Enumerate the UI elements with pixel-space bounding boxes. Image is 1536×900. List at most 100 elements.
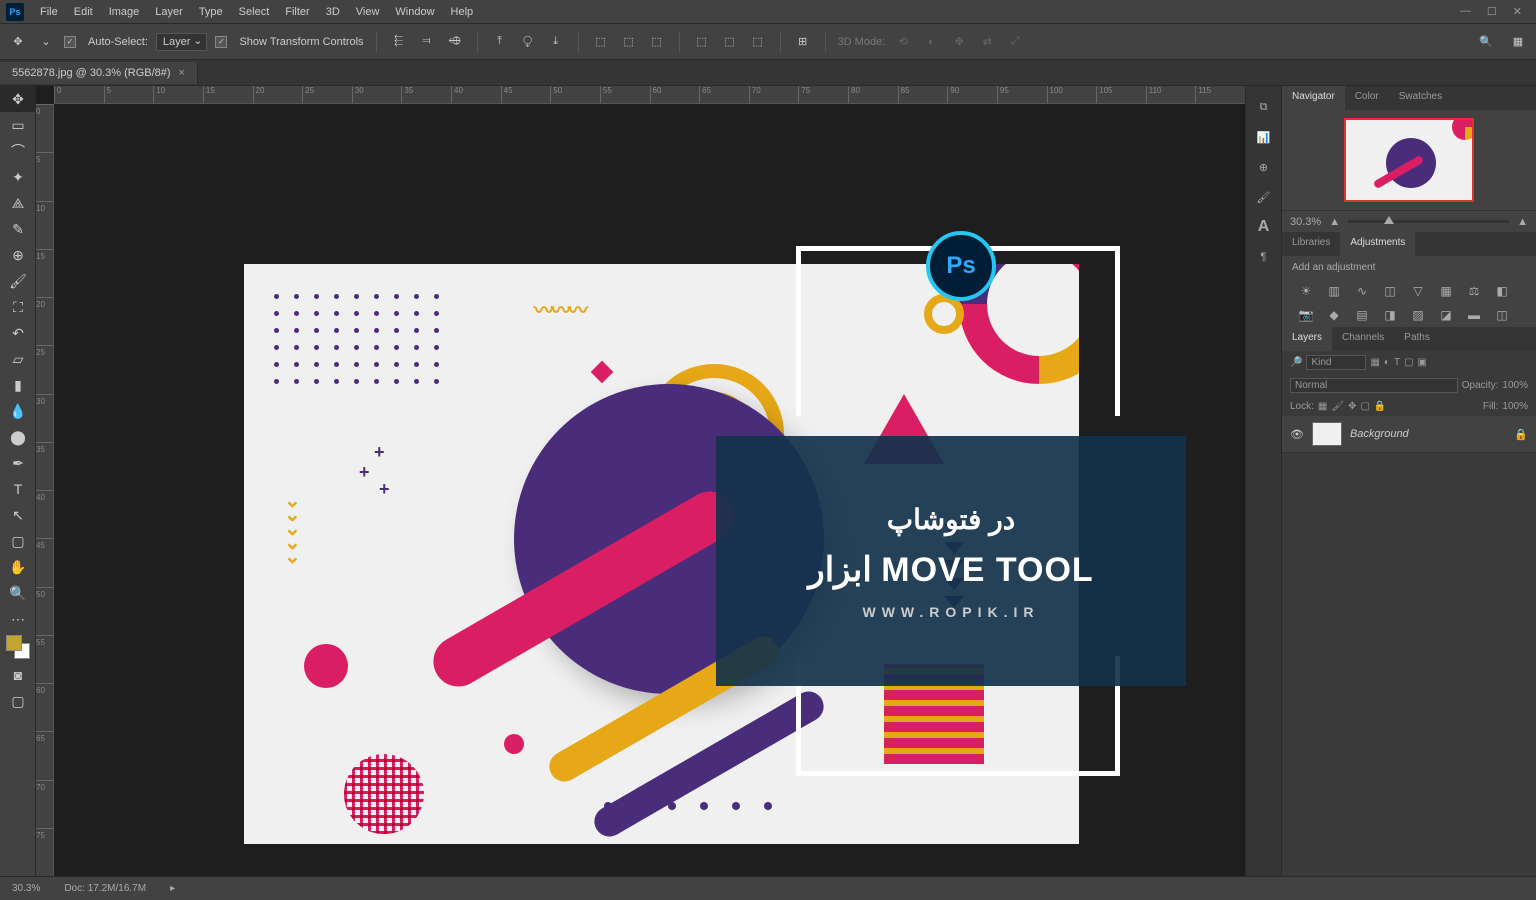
align-left-icon[interactable]: ⬱ — [389, 32, 409, 52]
channel-mixer-icon[interactable]: ◆ — [1324, 307, 1344, 323]
filter-shape-icon[interactable]: ▢ — [1404, 357, 1413, 368]
tab-layers[interactable]: Layers — [1282, 327, 1332, 351]
lock-artboard-icon[interactable]: ▢ — [1360, 401, 1369, 412]
photo-filter-icon[interactable]: 📷 — [1296, 307, 1316, 323]
exposure-icon[interactable]: ◫ — [1380, 283, 1400, 299]
history-brush-tool[interactable]: ↶ — [0, 320, 36, 346]
lasso-tool[interactable]: ⌒ — [0, 138, 36, 164]
brush-tool[interactable]: 🖌 — [0, 268, 36, 294]
tab-navigator[interactable]: Navigator — [1282, 86, 1345, 110]
tab-adjustments[interactable]: Adjustments — [1340, 232, 1415, 256]
tab-paths[interactable]: Paths — [1394, 327, 1440, 351]
distribute-v-icon[interactable]: ⬚ — [619, 32, 639, 52]
filter-adjust-icon[interactable]: ◐ — [1384, 357, 1390, 368]
lock-pos-icon[interactable]: ✥ — [1348, 401, 1356, 412]
vibrance-icon[interactable]: ▽ — [1408, 283, 1428, 299]
heal-tool[interactable]: ⊕ — [0, 242, 36, 268]
shape-tool[interactable]: ▢ — [0, 528, 36, 554]
align-hcenter-icon[interactable]: ⫤ — [417, 32, 437, 52]
canvas-area[interactable]: 0510152025303540455055606570758085909510… — [36, 86, 1245, 876]
distribute-h-icon[interactable]: ⬚ — [591, 32, 611, 52]
eraser-tool[interactable]: ▱ — [0, 346, 36, 372]
align-top-icon[interactable]: ⤒ — [490, 32, 510, 52]
crop-tool[interactable]: ⟁ — [0, 190, 36, 216]
zoom-in-icon[interactable]: ▲ — [1517, 216, 1528, 228]
menu-select[interactable]: Select — [231, 3, 278, 21]
filter-type-icon[interactable]: T — [1394, 357, 1400, 368]
fill-value[interactable]: 100% — [1502, 401, 1528, 412]
navigator-preview[interactable] — [1282, 110, 1536, 210]
status-doc-size[interactable]: Doc: 17.2M/16.7M — [64, 883, 146, 894]
gradient-map-icon[interactable]: ▬ — [1464, 307, 1484, 323]
edit-toolbar[interactable]: ⋯ — [0, 606, 36, 632]
eyedropper-tool[interactable]: ✎ — [0, 216, 36, 242]
workspace-icon[interactable]: ▦ — [1508, 32, 1528, 52]
lookup-icon[interactable]: ▤ — [1352, 307, 1372, 323]
menu-window[interactable]: Window — [387, 3, 442, 21]
distribute-5-icon[interactable]: ⬚ — [720, 32, 740, 52]
search-icon[interactable]: 🔍 — [1476, 32, 1496, 52]
tab-libraries[interactable]: Libraries — [1282, 232, 1340, 256]
levels-icon[interactable]: ▥ — [1324, 283, 1344, 299]
pen-tool[interactable]: ✒ — [0, 450, 36, 476]
menu-image[interactable]: Image — [101, 3, 148, 21]
path-tool[interactable]: ↖ — [0, 502, 36, 528]
filter-pixel-icon[interactable]: ▦ — [1370, 357, 1379, 368]
selective-icon[interactable]: ◫ — [1492, 307, 1512, 323]
close-tab-icon[interactable]: × — [179, 67, 185, 79]
move-tool[interactable]: ✥ — [0, 86, 36, 112]
tab-color[interactable]: Color — [1345, 86, 1389, 110]
marquee-tool[interactable]: ▭ — [0, 112, 36, 138]
tab-swatches[interactable]: Swatches — [1389, 86, 1452, 110]
hue-icon[interactable]: ▦ — [1436, 283, 1456, 299]
dodge-tool[interactable]: ⬤ — [0, 424, 36, 450]
minimize-button[interactable]: — — [1460, 5, 1471, 18]
distribute-3-icon[interactable]: ⬚ — [647, 32, 667, 52]
align-vcenter-icon[interactable]: ⧬ — [518, 32, 538, 52]
gradient-tool[interactable]: ▮ — [0, 372, 36, 398]
tab-channels[interactable]: Channels — [1332, 327, 1394, 351]
opacity-value[interactable]: 100% — [1502, 380, 1528, 391]
menu-3d[interactable]: 3D — [318, 3, 348, 21]
distribute-6-icon[interactable]: ⬚ — [748, 32, 768, 52]
screenmode-tool[interactable]: ▢ — [0, 688, 36, 714]
auto-select-target[interactable]: Layer — [156, 33, 208, 51]
histogram-panel-icon[interactable]: 📊 — [1246, 122, 1281, 152]
align-bottom-icon[interactable]: ⤓ — [546, 32, 566, 52]
quickmask-tool[interactable]: ◙ — [0, 662, 36, 688]
filter-smart-icon[interactable]: ▣ — [1418, 357, 1427, 368]
menu-edit[interactable]: Edit — [66, 3, 101, 21]
lock-paint-icon[interactable]: 🖌 — [1331, 401, 1344, 412]
auto-select-checkbox[interactable]: ✓ — [64, 36, 76, 48]
auto-align-icon[interactable]: ⊞ — [793, 32, 813, 52]
menu-layer[interactable]: Layer — [147, 3, 191, 21]
maximize-button[interactable]: ☐ — [1487, 5, 1497, 18]
lock-all-icon[interactable]: 🔒 — [1374, 401, 1386, 412]
history-panel-icon[interactable]: ⧉ — [1246, 92, 1281, 122]
distribute-4-icon[interactable]: ⬚ — [692, 32, 712, 52]
show-transform-checkbox[interactable]: ✓ — [215, 36, 227, 48]
brushes-panel-icon[interactable]: 🖌 — [1246, 182, 1281, 212]
menu-filter[interactable]: Filter — [277, 3, 317, 21]
zoom-slider[interactable] — [1348, 220, 1509, 223]
posterize-icon[interactable]: ▨ — [1408, 307, 1428, 323]
menu-file[interactable]: File — [32, 3, 66, 21]
threshold-icon[interactable]: ◪ — [1436, 307, 1456, 323]
curves-icon[interactable]: ∿ — [1352, 283, 1372, 299]
align-right-icon[interactable]: ⬲ — [445, 32, 465, 52]
brightness-icon[interactable]: ☀ — [1296, 283, 1316, 299]
menu-help[interactable]: Help — [443, 3, 482, 21]
blur-tool[interactable]: 💧 — [0, 398, 36, 424]
status-zoom[interactable]: 30.3% — [12, 883, 40, 894]
blend-mode-select[interactable]: Normal — [1290, 378, 1458, 393]
invert-icon[interactable]: ◨ — [1380, 307, 1400, 323]
hand-tool[interactable]: ✋ — [0, 554, 36, 580]
lock-trans-icon[interactable]: ▦ — [1318, 401, 1327, 412]
type-tool[interactable]: T — [0, 476, 36, 502]
bw-icon[interactable]: ◧ — [1492, 283, 1512, 299]
menu-type[interactable]: Type — [191, 3, 231, 21]
document-tab[interactable]: 5562878.jpg @ 30.3% (RGB/8#) × — [0, 62, 198, 84]
layer-filter-kind[interactable]: Kind — [1306, 355, 1366, 370]
visibility-icon[interactable]: 👁 — [1290, 428, 1304, 441]
stamp-tool[interactable]: ⛶ — [0, 294, 36, 320]
